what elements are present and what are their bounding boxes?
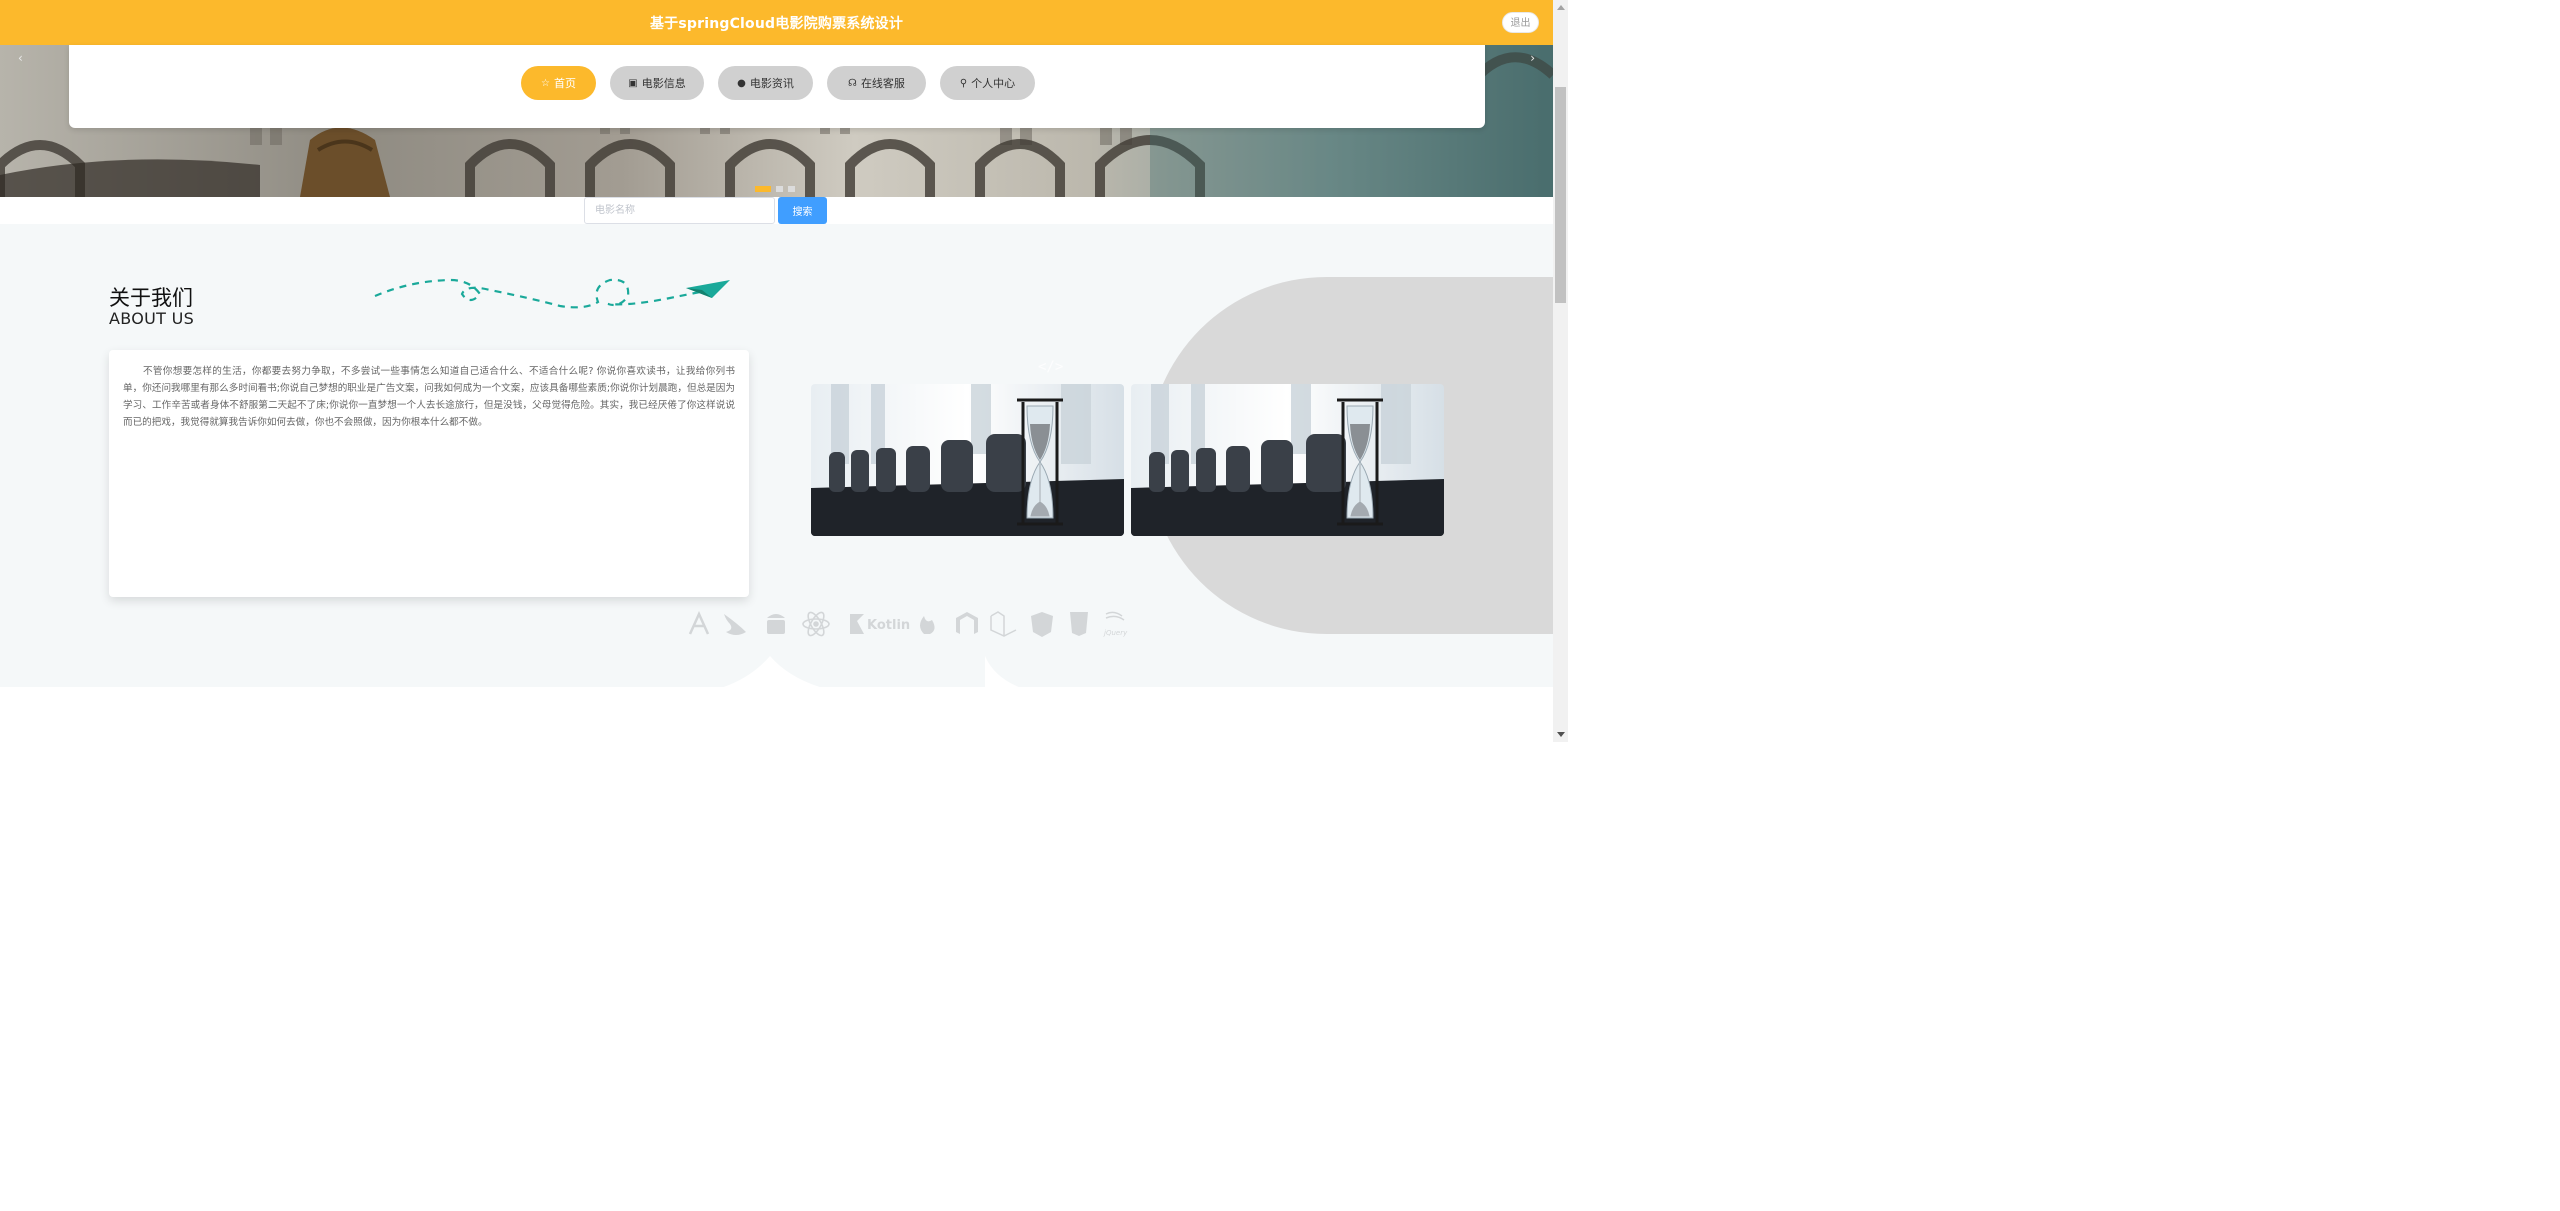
logout-button[interactable]: 退出 [1502,12,1539,33]
nav-item-label: 电影资讯 [749,77,794,90]
nav-item-support[interactable]: ☊ 在线客服 [827,66,926,100]
jquery-label: jQuery [1103,629,1128,637]
firebase-icon [920,616,935,634]
laravel-icon [990,611,1017,637]
alert-circle-icon: ● [737,77,746,89]
movie-search-input[interactable] [584,197,775,224]
carousel-indicators [755,186,795,192]
hourglass-boardroom-image [1131,384,1444,536]
nav-item-movies[interactable]: ▣ 电影信息 [610,66,704,100]
html5-icon [1070,612,1088,636]
about-body-text: 不管你想要怎样的生活，你都要去努力争取，不多尝试一些事情怎么知道自己适合什么、不… [123,366,735,428]
magento-icon [956,612,978,634]
about-text-card: 不管你想要怎样的生活，你都要去努力争取，不多尝试一些事情怎么知道自己适合什么、不… [109,350,749,597]
nav-item-news[interactable]: ● 电影资讯 [718,66,813,100]
about-subtitle: ABOUT US [109,309,195,328]
bag-icon: ▣ [628,77,638,89]
main-nav-card: ☆ 首页 ▣ 电影信息 ● 电影资讯 ☊ 在线客服 ⚲ 个人中心 [69,45,1485,128]
main-nav: ☆ 首页 ▣ 电影信息 ● 电影资讯 ☊ 在线客服 ⚲ 个人中心 [521,66,1035,100]
carousel-indicator-3[interactable] [788,186,795,192]
swift-icon [724,614,746,635]
about-section: 关于我们 ABOUT US 不管你想要怎样的生活，你都要去努力争取，不多尝试一些… [0,224,1553,687]
nav-item-home[interactable]: ☆ 首页 [521,66,596,100]
page-scrollbar[interactable] [1553,0,1568,742]
page: ‹ › 基于springCloud电影院购票系统设计 退出 ☆ 首页 ▣ 电影信… [0,0,1568,742]
hourglass-boardroom-image [811,384,1124,536]
nav-item-label: 在线客服 [860,77,905,90]
wave-divider [723,656,1019,687]
about-title: 关于我们 [109,286,193,310]
search-button[interactable]: 搜索 [778,197,827,224]
jquery-icon [1105,611,1125,621]
app-store-icon [688,610,710,635]
headset-icon: ☊ [848,77,857,89]
star-icon: ☆ [541,77,550,89]
top-header: 基于springCloud电影院购票系统设计 退出 [0,0,1553,45]
tech-logos-row: Kotlin jQuery [688,610,1128,637]
kotlin-icon [850,614,864,634]
nav-item-label: 首页 [553,77,576,90]
paper-plane-icon [374,278,730,309]
android-icon [767,614,785,634]
carousel-prev-arrow-icon[interactable]: ‹ [18,51,23,65]
carousel-indicator-2[interactable] [776,186,783,192]
scroll-down-arrow-icon[interactable] [1557,732,1565,737]
site-title: 基于springCloud电影院购票系统设计 [649,16,904,32]
react-icon [802,611,830,637]
about-photo-2 [1131,384,1444,536]
carousel-indicator-1[interactable] [755,186,771,192]
user-icon: ⚲ [959,77,968,89]
scroll-up-arrow-icon[interactable] [1557,5,1565,10]
angular-icon [1031,612,1053,637]
nav-item-profile[interactable]: ⚲ 个人中心 [940,66,1035,100]
code-icon: </> [1038,359,1064,375]
nav-item-label: 电影信息 [641,77,686,90]
carousel-next-arrow-icon[interactable]: › [1530,51,1535,65]
nav-item-label: 个人中心 [971,77,1016,90]
scroll-thumb[interactable] [1555,87,1566,303]
kotlin-label: Kotlin [867,618,910,633]
about-photo-1 [811,384,1124,536]
